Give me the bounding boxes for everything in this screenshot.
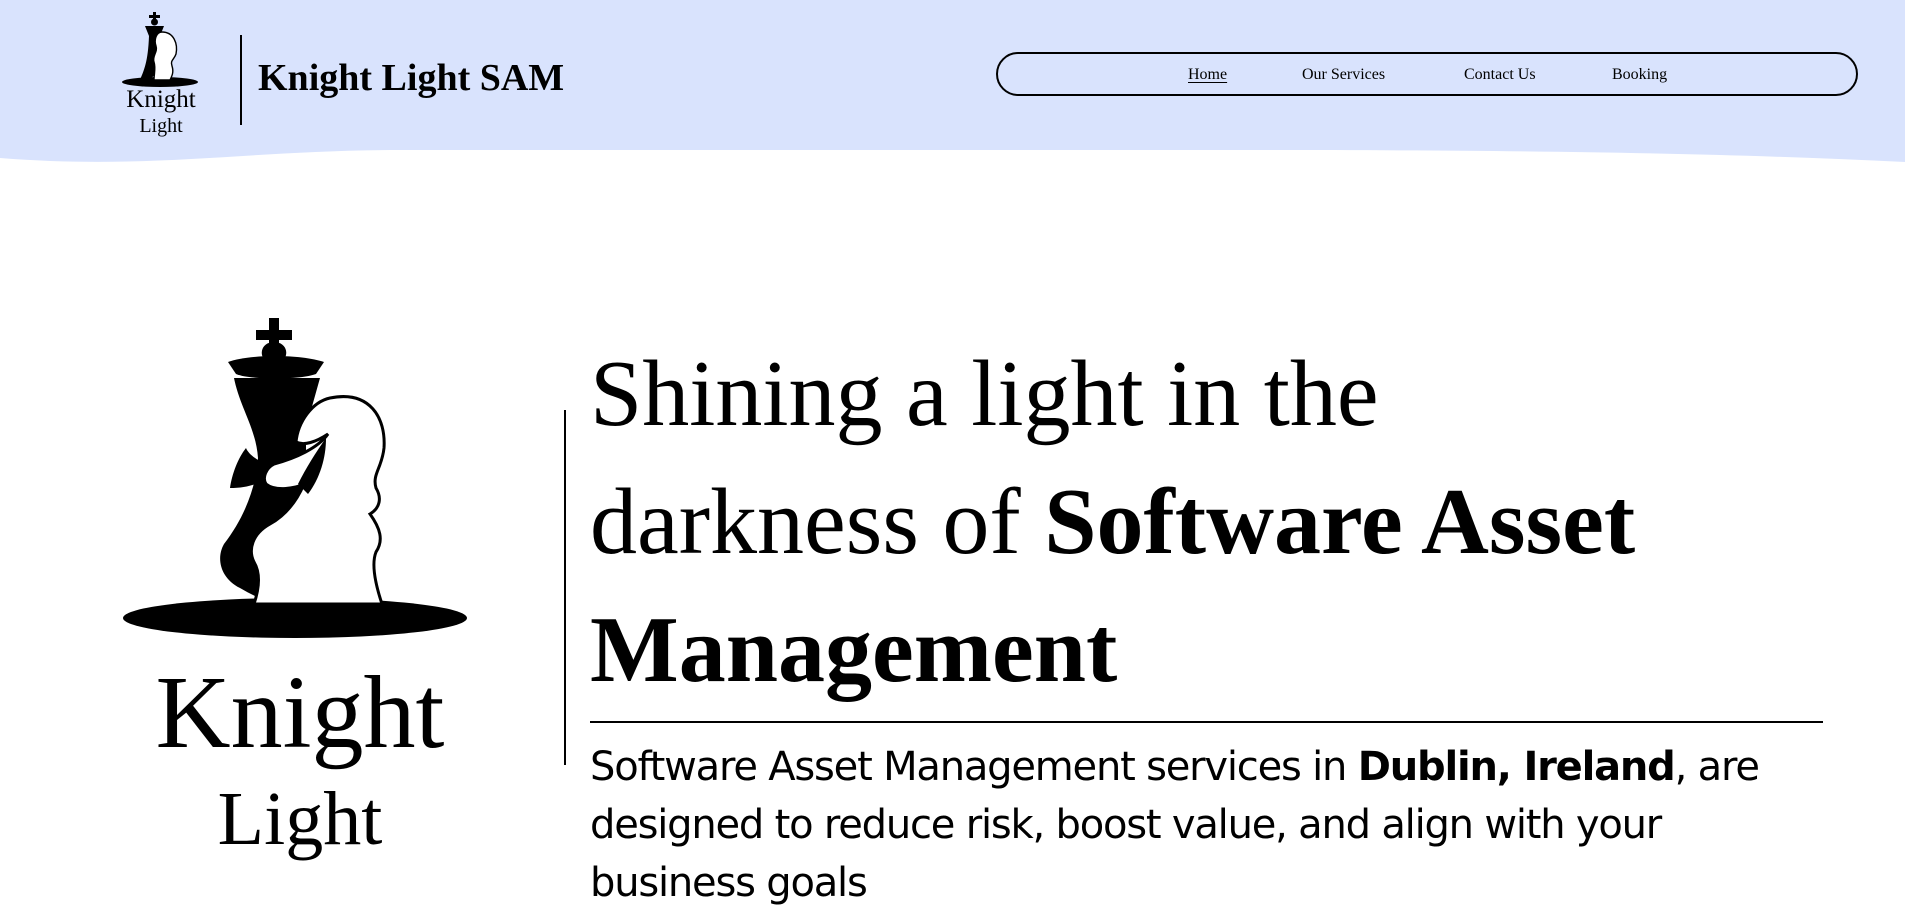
header-logo-word-knight: Knight	[126, 86, 196, 113]
hero-divider	[564, 410, 566, 765]
chess-logo-icon	[123, 318, 467, 638]
brand-link[interactable]: Knight Light Knight Light SAM	[118, 10, 598, 140]
headline-line1: Shining a light in the	[590, 342, 1379, 446]
nav-booking[interactable]: Booking	[1612, 65, 1667, 85]
brand-divider	[240, 35, 242, 125]
headline-line2-prefix: darkness of	[590, 470, 1045, 574]
subtext-prefix: Software Asset Management services in	[590, 744, 1358, 790]
nav-contact-us[interactable]: Contact Us	[1464, 65, 1536, 85]
subtext-location: Dublin, Ireland	[1357, 744, 1676, 790]
hero-logo-word-light: Light	[217, 777, 383, 861]
hero-subtext: Software Asset Management services in Du…	[590, 738, 1820, 912]
headline-line3-bold: Management	[590, 598, 1118, 702]
nav-home[interactable]: Home	[1188, 65, 1227, 85]
main-nav: Home Our Services Contact Us Booking	[996, 52, 1858, 96]
headline-line2-bold: Software Asset	[1044, 470, 1636, 574]
nav-our-services[interactable]: Our Services	[1302, 65, 1385, 85]
header-logo[interactable]: Knight Light	[118, 10, 204, 140]
hero-logo: Knight Light	[120, 318, 480, 878]
brand-name[interactable]: Knight Light SAM	[258, 56, 564, 100]
hero-logo-word-knight: Knight	[155, 655, 445, 770]
headline-rule	[590, 721, 1823, 723]
hero-headline: Shining a light in the darkness of Softwa…	[590, 330, 1850, 714]
header-logo-word-light: Light	[139, 115, 183, 137]
chess-logo-icon	[122, 12, 198, 87]
